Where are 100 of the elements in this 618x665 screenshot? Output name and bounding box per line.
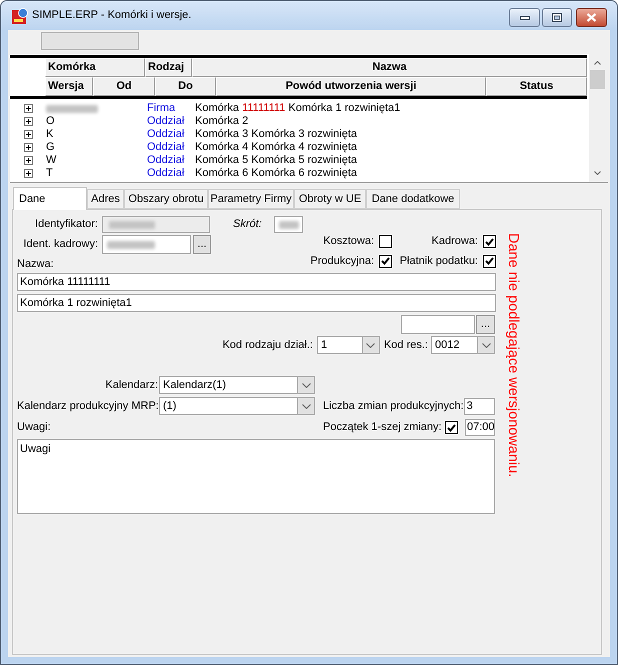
blurred-text — [278, 220, 299, 228]
text-field[interactable] — [102, 235, 191, 254]
tab[interactable]: Dane dodatkowe — [366, 189, 460, 209]
dropdown-button[interactable] — [297, 398, 314, 414]
table-cell: T — [46, 167, 53, 180]
chevron-up-icon — [594, 61, 601, 65]
tab[interactable]: Adres — [87, 189, 124, 209]
window-title: SIMPLE.ERP - Komórki i wersje. — [32, 8, 192, 24]
field-label: Kod rodzaju dział.: — [222, 338, 313, 353]
field-label: Kadrowa: — [432, 234, 478, 250]
checkmark-icon — [447, 424, 456, 432]
minimize-button[interactable] — [509, 8, 540, 27]
field-label: Kosztowa: — [323, 234, 374, 250]
close-icon — [586, 13, 597, 22]
expand-icon[interactable] — [24, 117, 33, 126]
table-cell: Komórka 4 Komórka 4 rozwinięta — [195, 141, 358, 154]
field-label: Produkcyjna: — [310, 254, 374, 269]
checkbox[interactable] — [379, 254, 392, 268]
dropdown-button[interactable] — [297, 377, 314, 393]
table-cell-text: Oddział — [147, 167, 186, 180]
text-field[interactable] — [274, 216, 303, 233]
expand-icon[interactable] — [24, 156, 33, 165]
maximize-button[interactable] — [542, 8, 572, 27]
table-cell: K — [46, 128, 54, 141]
field-label: Początek 1-szej zmiany: — [323, 420, 442, 436]
column-header[interactable]: Do — [155, 77, 216, 96]
table-cell-text: Oddział — [147, 128, 186, 141]
checkbox[interactable] — [483, 235, 496, 248]
checkmark-icon — [485, 257, 494, 265]
expand-icon[interactable] — [24, 143, 33, 152]
field-label: Kod res.: — [384, 338, 428, 353]
table-cell: W — [46, 154, 56, 167]
table-cell: O — [46, 115, 55, 128]
field-label: Identyfikator: — [34, 217, 98, 232]
checkbox[interactable] — [483, 254, 496, 268]
toolbar-field[interactable] — [41, 32, 139, 50]
field-label: Płatnik podatku: — [400, 254, 478, 269]
checkbox[interactable] — [445, 421, 458, 434]
side-note: Dane nie podlegające wersjonowaniu. — [504, 233, 521, 478]
chevron-down-icon — [302, 404, 310, 408]
column-header[interactable]: Status — [486, 77, 587, 96]
browse-button[interactable]: ... — [476, 315, 495, 334]
close-button[interactable] — [576, 8, 607, 27]
expand-icon[interactable] — [24, 130, 33, 139]
field-label: Uwagi: — [17, 420, 52, 436]
column-header[interactable]: Powód utworzenia wersji — [216, 77, 486, 96]
tab[interactable]: Dane — [13, 187, 87, 210]
scrollbar-thumb[interactable] — [590, 70, 605, 89]
column-header[interactable]: Rodzaj — [145, 58, 192, 77]
maximize-icon — [552, 13, 562, 22]
field-label: Ident. kadrowy: — [22, 237, 98, 252]
table-cell-text: Firma — [147, 102, 176, 115]
blurred-text — [107, 240, 155, 248]
text-field[interactable]: Komórka 11111111 — [17, 273, 496, 291]
column-header[interactable]: Wersja — [45, 77, 93, 96]
text-field[interactable] — [401, 315, 475, 334]
column-header[interactable]: Komórka — [45, 58, 145, 77]
tab[interactable]: Parametry Firmy — [208, 189, 294, 209]
notes-textarea[interactable]: Uwagi — [17, 439, 495, 514]
expand-icon[interactable] — [24, 169, 33, 178]
tab[interactable]: Obszary obrotu — [124, 189, 208, 209]
field-label: Skrót: — [233, 217, 262, 232]
table-cell: G — [46, 141, 55, 154]
checkmark-icon — [381, 257, 390, 265]
dropdown[interactable]: (1) — [159, 397, 315, 415]
checkmark-icon — [485, 238, 494, 246]
column-header[interactable]: Od — [93, 77, 155, 96]
chevron-down-icon — [482, 342, 490, 348]
blurred-text — [46, 104, 98, 112]
minimize-icon — [520, 16, 530, 20]
table-cell-text: Oddział — [147, 154, 186, 167]
dropdown-button[interactable] — [362, 337, 379, 353]
browse-button[interactable]: ... — [193, 235, 211, 254]
text-field[interactable]: Komórka 1 rozwinięta1 — [17, 294, 496, 312]
table-cell: Komórka 11111111 Komórka 1 rozwinięta1 — [195, 102, 400, 115]
dropdown[interactable]: 1 — [316, 336, 380, 354]
field-label: Nazwa: — [17, 257, 55, 271]
chevron-down-icon — [302, 382, 310, 388]
field-label: Kalendarz: — [104, 378, 158, 393]
expand-icon[interactable] — [24, 104, 33, 113]
table-cell: Komórka 6 Komórka 6 rozwinięta — [195, 167, 358, 180]
column-header[interactable]: Nazwa — [192, 58, 587, 77]
dropdown[interactable]: 0012 — [431, 336, 495, 354]
dropdown[interactable]: Kalendarz(1) — [159, 376, 315, 394]
table-cell: Komórka 3 Komórka 3 rozwinięta — [195, 128, 358, 141]
table-cell: Komórka 2 — [195, 115, 248, 128]
chevron-down-icon — [366, 342, 376, 348]
table-cell-text: Oddział — [147, 141, 186, 154]
app-logo-icon — [12, 8, 28, 24]
blurred-text — [109, 220, 155, 228]
tab[interactable]: Obroty w UE — [294, 189, 366, 209]
dropdown-button[interactable] — [477, 337, 494, 353]
text-field[interactable]: 07:00 — [465, 419, 495, 436]
field-label: Liczba zmian produkcyjnych: — [323, 398, 464, 414]
chevron-down-icon — [594, 171, 601, 175]
table-cell-text: Oddział — [147, 115, 186, 128]
table-cell: Komórka 5 Komórka 5 rozwinięta — [195, 154, 358, 167]
checkbox[interactable] — [379, 235, 392, 248]
text-field[interactable]: 3 — [464, 398, 495, 414]
field-label: Kalendarz produkcyjny MRP: — [17, 398, 158, 414]
